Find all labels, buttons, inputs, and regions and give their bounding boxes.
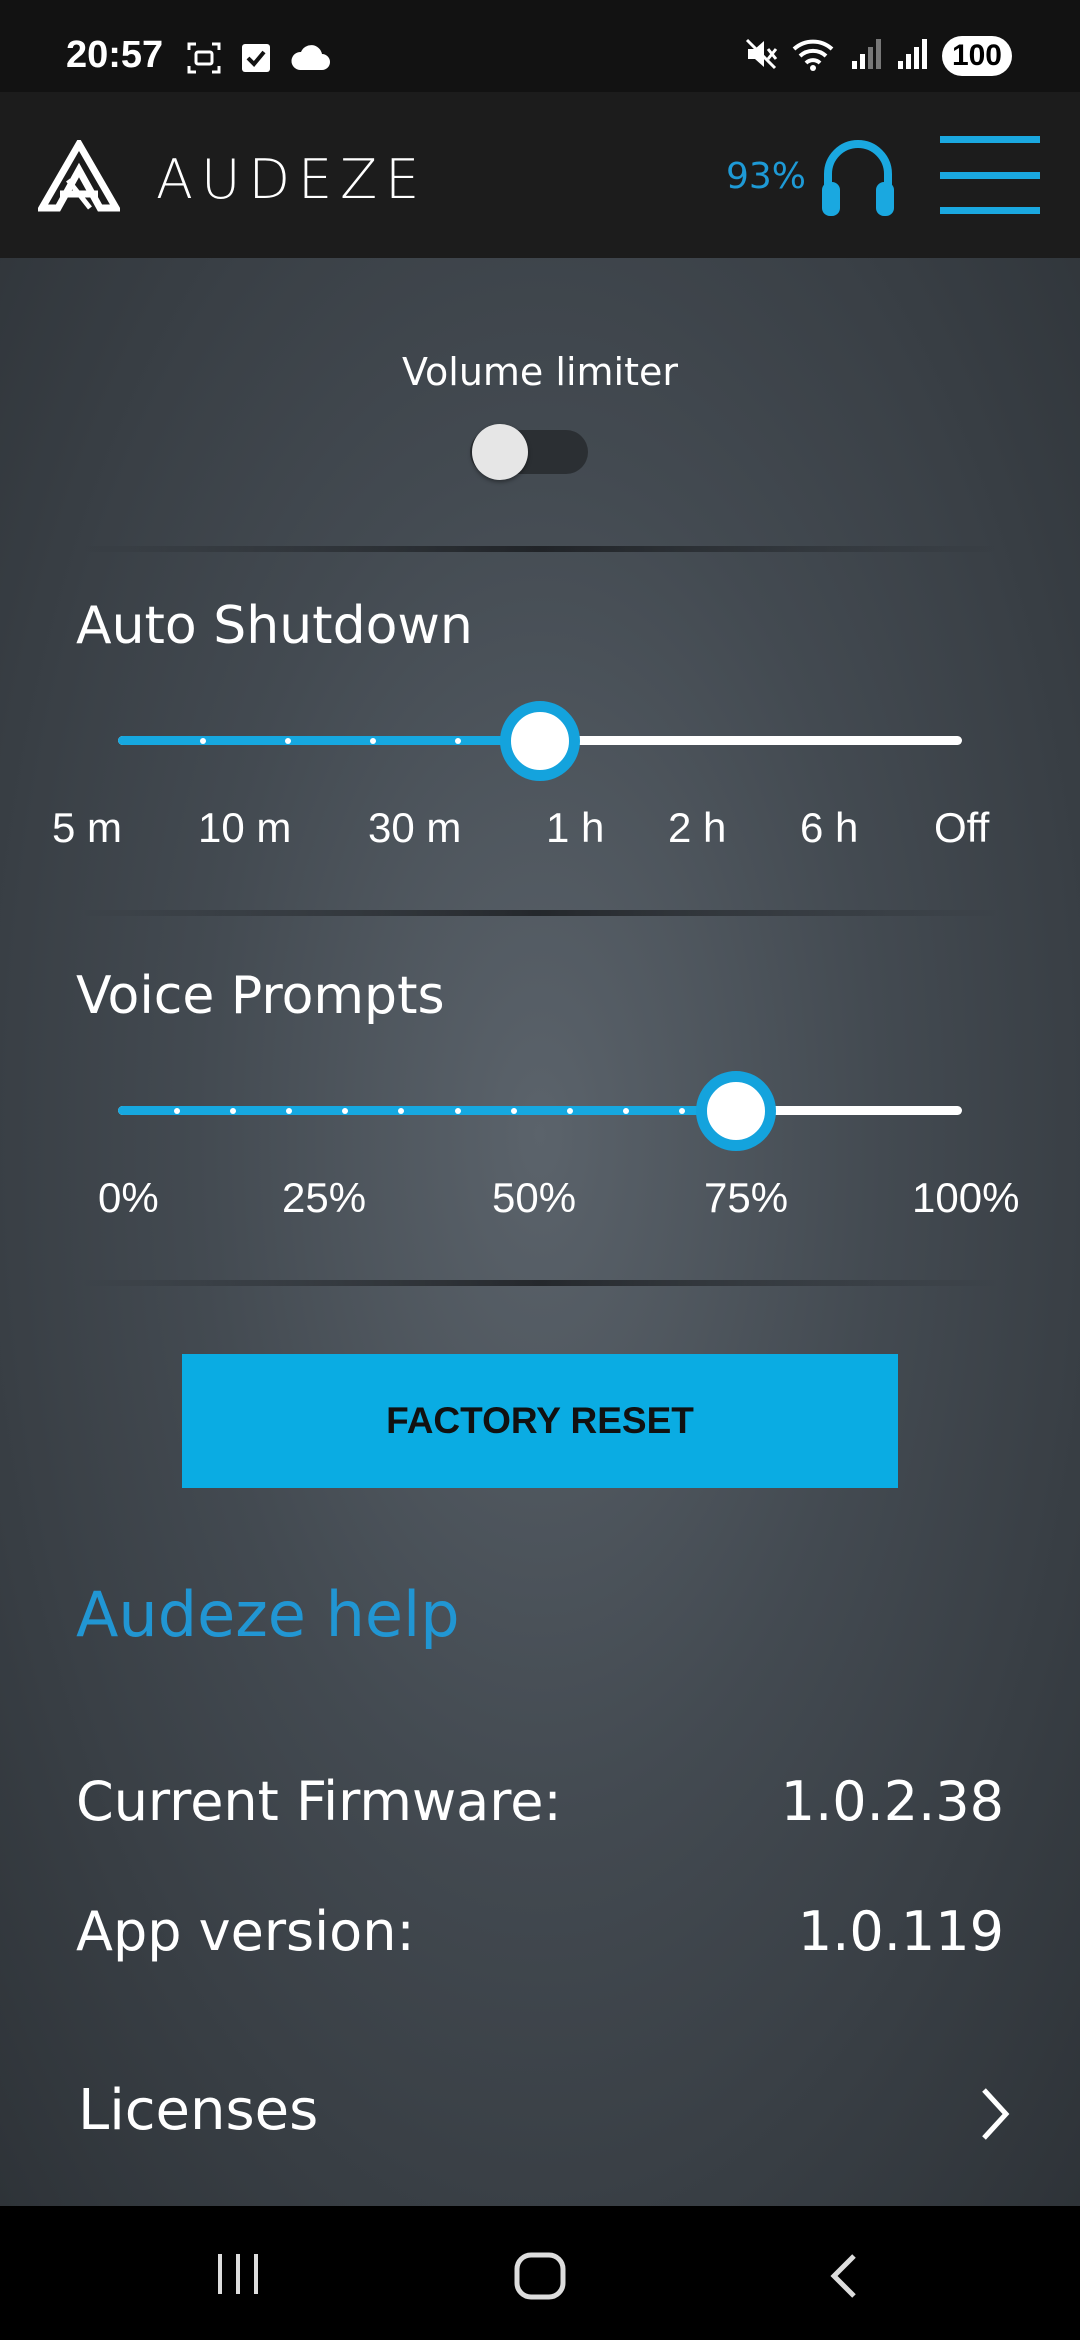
voice-prompts-tick: 0%	[98, 1174, 159, 1221]
home-icon[interactable]	[514, 2252, 566, 2304]
slider-step-dot	[398, 1108, 404, 1114]
audeze-logo-icon	[35, 137, 123, 216]
voice-prompts-slider-fill	[118, 1106, 738, 1115]
slider-step-dot	[230, 1108, 236, 1114]
battery-icon: 100	[941, 36, 1012, 76]
status-left-icons	[186, 40, 330, 80]
voice-prompts-title: Voice Prompts	[76, 966, 445, 1026]
status-right-icons: 100	[744, 36, 1012, 76]
auto-shutdown-option: Off	[934, 804, 990, 851]
audeze-help-link[interactable]: Audeze help	[76, 1578, 460, 1651]
status-bar: 20:57 100	[0, 0, 1080, 92]
signal-icon-2	[896, 37, 928, 75]
auto-shutdown-option: 5 m	[52, 804, 123, 851]
slider-step-dot	[455, 1108, 461, 1114]
slider-step-dot	[567, 1108, 573, 1114]
factory-reset-button[interactable]: FACTORY RESET	[182, 1354, 898, 1488]
voice-prompts-tick: 25%	[282, 1174, 367, 1221]
screenshot-icon	[186, 40, 222, 80]
wifi-icon	[792, 37, 836, 75]
slider-step-dot	[200, 738, 206, 744]
slider-step-dot	[286, 1108, 292, 1114]
auto-shutdown-option: 10 m	[198, 804, 292, 851]
checkbox-icon	[240, 42, 272, 78]
back-icon[interactable]	[826, 2252, 860, 2304]
slider-step-dot	[511, 1108, 517, 1114]
voice-prompts-slider-thumb[interactable]	[696, 1071, 776, 1151]
auto-shutdown-option: 1 h	[546, 804, 605, 851]
voice-prompts-tick: 75%	[704, 1174, 789, 1221]
slider-step-dot	[342, 1108, 348, 1114]
system-nav-bar	[0, 2206, 1080, 2340]
app-version-label: App version:	[76, 1900, 415, 1963]
signal-icon	[850, 37, 882, 75]
voice-prompts-tick: 50%	[492, 1174, 577, 1221]
slider-step-dot	[285, 738, 291, 744]
cloud-icon	[290, 44, 330, 76]
divider	[80, 546, 1000, 552]
auto-shutdown-slider-thumb[interactable]	[500, 701, 580, 781]
recent-apps-icon[interactable]	[214, 2252, 262, 2300]
firmware-label: Current Firmware:	[76, 1770, 562, 1833]
headphones-icon[interactable]	[820, 136, 896, 224]
auto-shutdown-option: 6 h	[800, 804, 859, 851]
divider	[80, 1280, 1000, 1286]
licenses-label: Licenses	[78, 2078, 319, 2143]
firmware-value: 1.0.2.38	[780, 1770, 1004, 1833]
menu-icon[interactable]	[940, 136, 1040, 214]
auto-shutdown-option: 2 h	[668, 804, 727, 851]
chevron-right-icon	[978, 2086, 1012, 2146]
auto-shutdown-title: Auto Shutdown	[76, 596, 473, 656]
status-time: 20:57	[66, 34, 164, 76]
auto-shutdown-slider-fill	[118, 736, 538, 745]
licenses-row[interactable]: Licenses	[0, 2060, 1080, 2180]
volume-limiter-label: Volume limiter	[401, 350, 678, 394]
auto-shutdown-option: 30 m	[368, 804, 462, 851]
brand-name: AUDEZE	[156, 148, 428, 211]
app-header: AUDEZE 93%	[0, 92, 1080, 258]
slider-step-dot	[679, 1108, 685, 1114]
app-version-value: 1.0.119	[797, 1900, 1004, 1963]
slider-step-dot	[455, 738, 461, 744]
headset-battery-percent: 93%	[726, 156, 807, 197]
slider-step-dot	[174, 1108, 180, 1114]
volume-limiter-toggle-knob[interactable]	[472, 424, 528, 480]
slider-step-dot	[623, 1108, 629, 1114]
voice-prompts-tick: 100%	[912, 1174, 1020, 1221]
slider-step-dot	[370, 738, 376, 744]
divider	[80, 910, 1000, 916]
mute-icon	[744, 37, 778, 75]
